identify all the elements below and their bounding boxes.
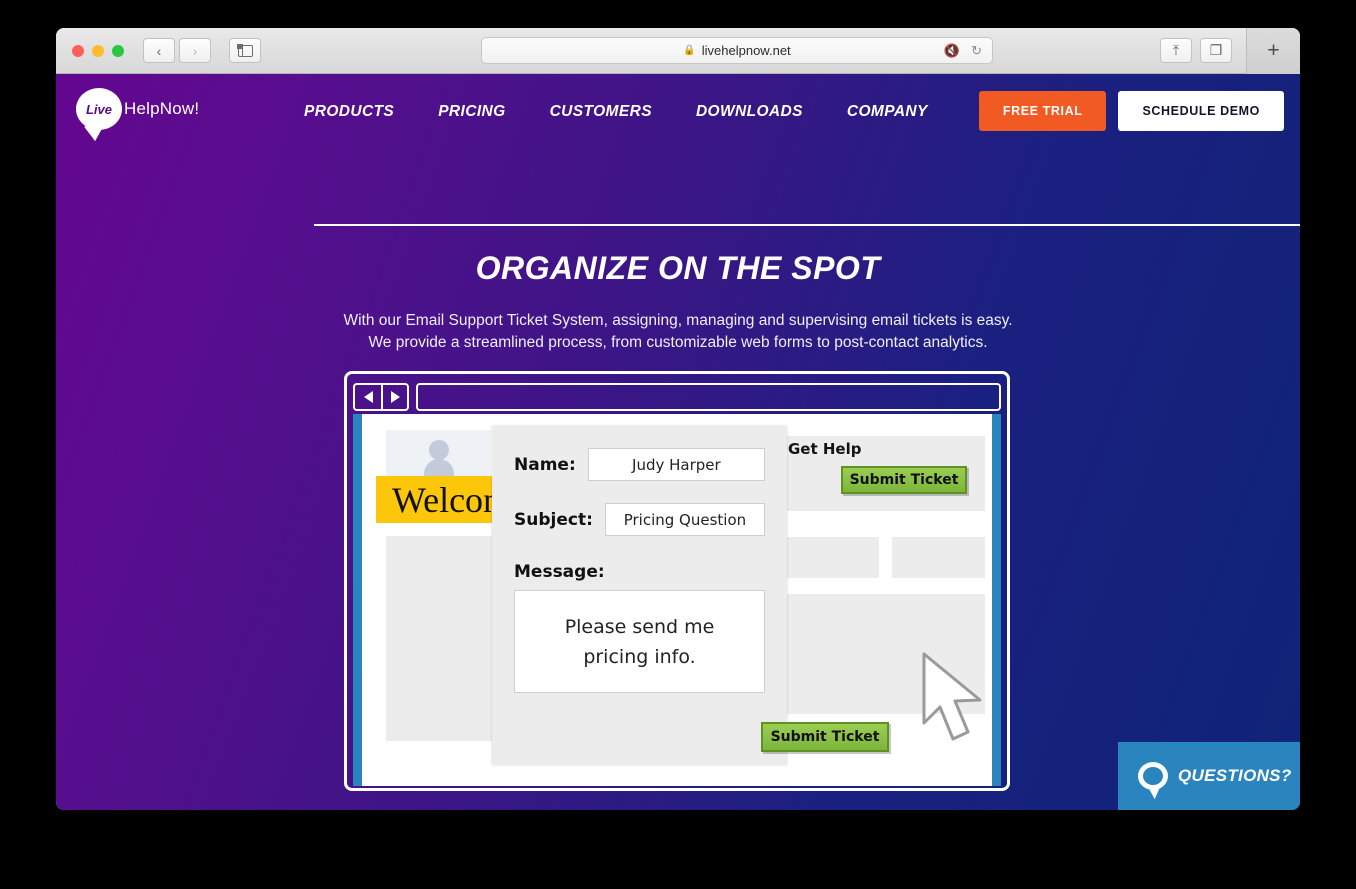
hero-subtext-line-1: With our Email Support Ticket System, as… [343, 312, 1013, 329]
mockup-browser-bar [353, 380, 1001, 414]
share-button[interactable]: ⤒ [1160, 38, 1192, 63]
message-label: Message: [514, 562, 605, 582]
mockup-address-bar[interactable] [416, 383, 1001, 411]
get-help-title: Get Help [788, 440, 862, 458]
site-header: Live HelpNow! PRODUCTS PRICING CUSTOMERS… [56, 74, 1300, 226]
header-cta-group: FREE TRIAL SCHEDULE DEMO [978, 91, 1284, 131]
mouse-cursor-icon [922, 652, 982, 741]
main-navigation: PRODUCTS PRICING CUSTOMERS DOWNLOADS COM… [304, 103, 928, 121]
content-placeholder-small-a [777, 537, 879, 578]
close-window-button[interactable] [72, 44, 84, 57]
sidebar-icon [237, 44, 253, 57]
subject-row: Subject: Pricing Question [492, 503, 787, 536]
mockup-nav-arrows [353, 383, 409, 411]
site-logo[interactable]: Live HelpNow! [76, 88, 199, 130]
form-submit-ticket-button[interactable]: Submit Ticket [761, 722, 889, 752]
avatar-head-shape [428, 440, 449, 460]
browser-toolbar: ‹ › 🔒 livehelpnow.net 🔇 ↻ ⤒ ❐ + [56, 28, 1300, 74]
window-controls [72, 44, 124, 57]
mockup-back-button[interactable] [355, 385, 381, 409]
free-trial-button[interactable]: FREE TRIAL [978, 91, 1107, 131]
get-help-submit-ticket-button[interactable]: Submit Ticket [841, 466, 967, 494]
url-text: livehelpnow.net [701, 43, 791, 58]
new-tab-button[interactable]: + [1246, 28, 1300, 74]
chat-widget-label: QUESTIONS? [1178, 766, 1292, 785]
questions-chat-widget[interactable]: QUESTIONS? [1118, 742, 1300, 810]
nav-item-company[interactable]: COMPANY [847, 103, 928, 121]
hero-subtext-line-2: We provide a streamlined process, from c… [368, 334, 988, 351]
message-line-2: pricing info. [583, 645, 696, 668]
toolbar-right-buttons: ⤒ ❐ [1160, 38, 1232, 63]
address-bar[interactable]: 🔒 livehelpnow.net 🔇 ↻ [481, 37, 993, 64]
chat-bubble-icon [1138, 762, 1168, 790]
name-row: Name: Judy Harper [492, 448, 787, 481]
forward-arrow-icon [390, 391, 400, 403]
tabs-icon: ❐ [1209, 42, 1223, 58]
mute-icon[interactable]: 🔇 [944, 43, 960, 59]
chevron-right-icon: › [192, 42, 198, 59]
address-bar-actions: 🔇 ↻ [944, 43, 982, 59]
lock-icon: 🔒 [683, 45, 696, 56]
ticket-form: Name: Judy Harper Subject: Pricing Quest… [492, 426, 889, 765]
name-label: Name: [514, 454, 576, 475]
back-button[interactable]: ‹ [143, 38, 175, 63]
name-field[interactable]: Judy Harper [587, 448, 765, 481]
plus-icon: + [1267, 39, 1280, 62]
show-tabs-button[interactable]: ❐ [1200, 38, 1232, 63]
hero-section: ORGANIZE ON THE SPOT With our Email Supp… [56, 250, 1300, 354]
minimize-window-button[interactable] [92, 44, 104, 57]
maximize-window-button[interactable] [112, 44, 124, 57]
nav-item-downloads[interactable]: DOWNLOADS [696, 103, 803, 121]
product-mockup: Welcome Get Help Submit Ticket Name: Jud… [344, 371, 1010, 791]
web-page: Live HelpNow! PRODUCTS PRICING CUSTOMERS… [56, 74, 1300, 810]
message-line-1: Please send me [564, 615, 715, 638]
nav-item-customers[interactable]: CUSTOMERS [550, 103, 652, 121]
forward-button[interactable]: › [179, 38, 211, 63]
subject-field[interactable]: Pricing Question [604, 503, 765, 536]
browser-window: ‹ › 🔒 livehelpnow.net 🔇 ↻ ⤒ ❐ + Live Hel… [56, 28, 1300, 810]
content-placeholder-small-b [892, 537, 985, 578]
logo-bubble-icon: Live [76, 88, 122, 130]
schedule-demo-button[interactable]: SCHEDULE DEMO [1118, 91, 1284, 131]
mockup-forward-button[interactable] [381, 385, 407, 409]
message-field[interactable]: Please send me pricing info. [514, 590, 765, 693]
mockup-viewport: Welcome Get Help Submit Ticket Name: Jud… [353, 414, 1001, 786]
reload-icon[interactable]: ↻ [971, 43, 982, 59]
back-arrow-icon [363, 391, 373, 403]
nav-item-pricing[interactable]: PRICING [438, 103, 505, 121]
share-icon: ⤒ [1172, 42, 1180, 58]
header-divider [314, 224, 1300, 226]
sidebar-toggle-button[interactable] [229, 38, 261, 63]
navigation-buttons: ‹ › [143, 38, 211, 63]
subject-label: Subject: [514, 509, 593, 530]
page-title: ORGANIZE ON THE SPOT [475, 250, 881, 286]
logo-wordmark: HelpNow! [124, 99, 200, 118]
logo-bubble-text: Live [85, 101, 112, 117]
nav-item-products[interactable]: PRODUCTS [304, 103, 394, 121]
hero-subtext: With our Email Support Ticket System, as… [56, 310, 1300, 354]
chevron-left-icon: ‹ [156, 42, 162, 59]
